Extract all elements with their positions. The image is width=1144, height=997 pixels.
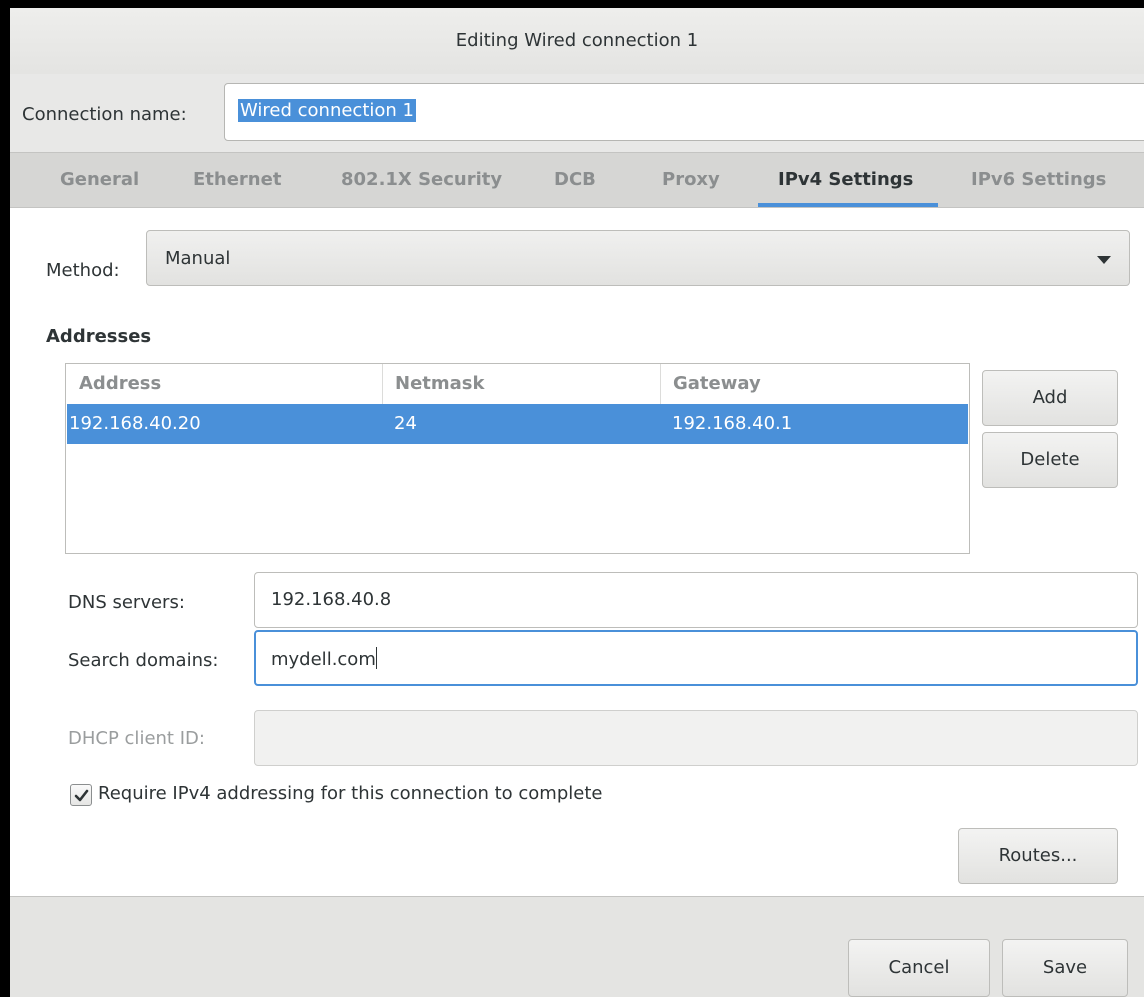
cell-netmask: 24 [394,413,417,434]
table-row[interactable]: 192.168.40.20 24 192.168.40.1 [67,404,968,444]
connection-name-row: Connection name: Wired connection 1 [10,74,1144,152]
window-title: Editing Wired connection 1 [455,30,699,51]
tab-general[interactable]: General [60,169,139,190]
column-header-netmask[interactable]: Netmask [382,364,497,404]
connection-name-value: Wired connection 1 [238,99,416,122]
dns-servers-label: DNS servers: [68,592,185,613]
method-select[interactable]: Manual [146,230,1130,286]
routes-button[interactable]: Routes... [958,828,1118,884]
tab-ipv6-settings[interactable]: IPv6 Settings [971,169,1106,190]
ipv4-settings-panel: Method: Manual Addresses Address Netmask… [10,208,1144,896]
column-header-address[interactable]: Address [66,364,174,404]
text-cursor [375,647,377,669]
search-domains-label: Search domains: [68,650,219,671]
cell-gateway: 192.168.40.1 [672,413,793,434]
tab-proxy[interactable]: Proxy [662,169,720,190]
connection-name-input[interactable]: Wired connection 1 [224,83,1144,141]
search-domains-input[interactable]: mydell.com [254,630,1138,686]
dns-servers-input[interactable]: 192.168.40.8 [254,572,1138,628]
require-ipv4-label[interactable]: Require IPv4 addressing for this connect… [98,783,602,804]
dns-servers-value: 192.168.40.8 [271,589,392,610]
tab-ethernet[interactable]: Ethernet [193,169,281,190]
dialog-footer: Cancel Save [10,896,1144,997]
column-header-gateway[interactable]: Gateway [660,364,774,404]
active-tab-indicator [758,203,938,207]
require-ipv4-checkbox[interactable] [70,784,92,806]
titlebar[interactable]: Editing Wired connection 1 [10,8,1144,74]
chevron-down-icon [1097,256,1111,264]
cell-address: 192.168.40.20 [69,413,201,434]
checkmark-icon [74,789,89,802]
tab-8021x-security[interactable]: 802.1X Security [341,169,502,190]
tab-bar: General Ethernet 802.1X Security DCB Pro… [10,152,1144,208]
search-domains-value: mydell.com [271,647,377,670]
method-value: Manual [165,248,231,269]
method-label: Method: [46,260,120,281]
cancel-button[interactable]: Cancel [848,939,990,997]
addresses-heading: Addresses [46,326,152,347]
delete-address-button[interactable]: Delete [982,432,1118,488]
dhcp-client-id-label: DHCP client ID: [68,728,205,749]
tab-ipv4-settings[interactable]: IPv4 Settings [778,169,913,190]
save-button[interactable]: Save [1002,939,1128,997]
connection-name-label: Connection name: [22,104,187,125]
edit-connection-dialog: Editing Wired connection 1 Connection na… [10,8,1144,997]
addresses-table[interactable]: Address Netmask Gateway 192.168.40.20 24… [65,363,970,554]
dhcp-client-id-input [254,710,1138,766]
add-address-button[interactable]: Add [982,370,1118,426]
tab-dcb[interactable]: DCB [554,169,596,190]
